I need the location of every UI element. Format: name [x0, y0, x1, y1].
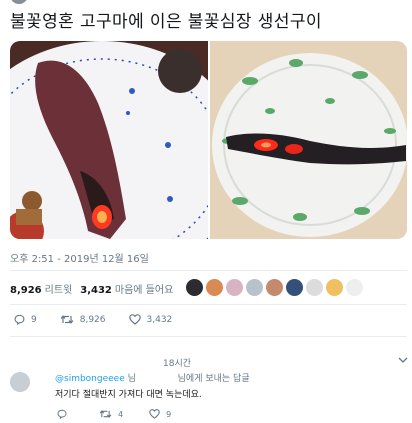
retweets-stat-label: 리트윗	[44, 284, 73, 296]
divider	[10, 336, 407, 337]
reply-icon	[14, 314, 25, 325]
reply-mention[interactable]: @simbongeeee	[55, 374, 125, 384]
liker-avatar[interactable]	[226, 279, 243, 296]
tweet-photos	[10, 41, 407, 239]
reply-header-tail: 님에게 보내는 답글	[177, 374, 250, 384]
divider	[10, 304, 407, 305]
liker-avatar[interactable]	[206, 279, 223, 296]
liker-avatar[interactable]	[346, 279, 363, 296]
reply-mention-suffix: 님	[127, 374, 136, 384]
liker-avatars	[186, 279, 363, 296]
divider	[10, 270, 407, 271]
liker-avatar[interactable]	[306, 279, 323, 296]
tweet-text: 불꽃영혼 고구마에 이은 불꽃심장 생선구이	[10, 12, 322, 32]
liker-avatar[interactable]	[246, 279, 263, 296]
reply-like-button[interactable]: 9	[149, 409, 171, 419]
liker-avatar[interactable]	[266, 279, 283, 296]
reply-text: 저기다 절대반지 가져다 대면 녹는데요.	[55, 390, 202, 400]
likes-stat-label: 마음에 들어요	[114, 284, 174, 296]
reply-author-avatar[interactable]	[10, 372, 30, 392]
liker-avatar[interactable]	[186, 279, 203, 296]
tweet-timestamp[interactable]: 오후 2:51 - 2019년 12월 16일	[10, 250, 149, 265]
retweets-stat-count: 8,926	[10, 284, 42, 296]
reply-retweet-count: 4	[118, 409, 124, 419]
reply-like-count: 9	[166, 409, 172, 419]
tweet-actions: 9 8,926 3,432	[14, 314, 195, 325]
likes-stat[interactable]: 3,432 마음에 들어요	[80, 281, 173, 296]
reply-count: 9	[31, 314, 37, 325]
retweet-count: 8,926	[79, 314, 106, 325]
chevron-down-icon[interactable]	[398, 356, 408, 364]
reply-icon	[57, 409, 67, 419]
reply-reply-button[interactable]	[57, 409, 73, 419]
heart-icon	[128, 314, 141, 325]
reply-time[interactable]: 18시간	[163, 356, 191, 369]
liker-avatar[interactable]	[286, 279, 303, 296]
author-avatar[interactable]	[10, 0, 28, 4]
reply-button[interactable]: 9	[14, 314, 37, 325]
retweet-icon	[60, 315, 74, 324]
reply-retweet-button[interactable]: 4	[99, 409, 123, 419]
reply-actions: 4 9	[57, 409, 197, 419]
retweets-stat[interactable]: 8,926 리트윗	[10, 281, 72, 296]
retweet-button[interactable]: 8,926	[60, 314, 106, 325]
like-button[interactable]: 3,432	[128, 314, 173, 325]
reply-header: @simbongeeee 님 님에게 보내는 답글	[55, 371, 250, 384]
retweet-icon	[99, 410, 112, 418]
engagement-stats: 8,926 리트윗 3,432 마음에 들어요	[10, 276, 181, 300]
like-count: 3,432	[146, 314, 173, 325]
liker-avatar[interactable]	[326, 279, 343, 296]
likes-stat-count: 3,432	[80, 284, 112, 296]
photo-grilled-fish[interactable]	[209, 41, 407, 239]
photo-sweet-potato[interactable]	[10, 41, 208, 239]
heart-icon	[149, 409, 160, 419]
